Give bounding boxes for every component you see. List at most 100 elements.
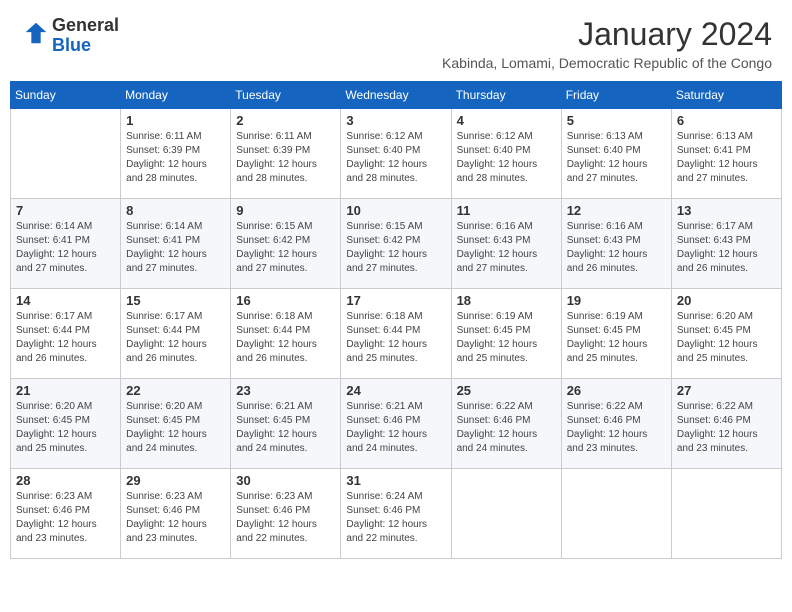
day-number: 18	[457, 293, 556, 308]
day-number: 5	[567, 113, 666, 128]
day-info: Sunrise: 6:13 AMSunset: 6:41 PMDaylight:…	[677, 130, 776, 186]
calendar-cell	[561, 469, 671, 559]
day-number: 1	[126, 113, 225, 128]
calendar-cell: 15 Sunrise: 6:17 AMSunset: 6:44 PMDayligh…	[121, 289, 231, 379]
day-info: Sunrise: 6:15 AMSunset: 6:42 PMDaylight:…	[346, 220, 445, 276]
day-info: Sunrise: 6:11 AMSunset: 6:39 PMDaylight:…	[236, 130, 335, 186]
day-info: Sunrise: 6:23 AMSunset: 6:46 PMDaylight:…	[236, 490, 335, 546]
day-number: 26	[567, 383, 666, 398]
day-info: Sunrise: 6:20 AMSunset: 6:45 PMDaylight:…	[126, 400, 225, 456]
day-info: Sunrise: 6:19 AMSunset: 6:45 PMDaylight:…	[567, 310, 666, 366]
day-info: Sunrise: 6:17 AMSunset: 6:43 PMDaylight:…	[677, 220, 776, 276]
weekday-header-wednesday: Wednesday	[341, 82, 451, 109]
day-number: 13	[677, 203, 776, 218]
day-info: Sunrise: 6:11 AMSunset: 6:39 PMDaylight:…	[126, 130, 225, 186]
calendar-cell: 18 Sunrise: 6:19 AMSunset: 6:45 PMDayligh…	[451, 289, 561, 379]
day-number: 9	[236, 203, 335, 218]
calendar-cell: 21 Sunrise: 6:20 AMSunset: 6:45 PMDayligh…	[11, 379, 121, 469]
day-number: 14	[16, 293, 115, 308]
calendar-cell: 3 Sunrise: 6:12 AMSunset: 6:40 PMDaylight…	[341, 109, 451, 199]
logo-blue-text: Blue	[52, 35, 91, 55]
day-info: Sunrise: 6:21 AMSunset: 6:45 PMDaylight:…	[236, 400, 335, 456]
calendar-cell: 28 Sunrise: 6:23 AMSunset: 6:46 PMDayligh…	[11, 469, 121, 559]
weekday-header-friday: Friday	[561, 82, 671, 109]
day-info: Sunrise: 6:20 AMSunset: 6:45 PMDaylight:…	[16, 400, 115, 456]
day-info: Sunrise: 6:13 AMSunset: 6:40 PMDaylight:…	[567, 130, 666, 186]
location-title: Kabinda, Lomami, Democratic Republic of …	[442, 55, 772, 71]
calendar-cell: 6Sunrise: 6:13 AMSunset: 6:41 PMDaylight…	[671, 109, 781, 199]
calendar-cell: 12 Sunrise: 6:16 AMSunset: 6:43 PMDayligh…	[561, 199, 671, 289]
calendar-table: SundayMondayTuesdayWednesdayThursdayFrid…	[10, 81, 782, 559]
calendar-week-3: 14 Sunrise: 6:17 AMSunset: 6:44 PMDayligh…	[11, 289, 782, 379]
day-info: Sunrise: 6:19 AMSunset: 6:45 PMDaylight:…	[457, 310, 556, 366]
day-info: Sunrise: 6:14 AMSunset: 6:41 PMDaylight:…	[126, 220, 225, 276]
calendar-cell	[11, 109, 121, 199]
day-number: 15	[126, 293, 225, 308]
calendar-cell: 16 Sunrise: 6:18 AMSunset: 6:44 PMDayligh…	[231, 289, 341, 379]
calendar-cell: 19 Sunrise: 6:19 AMSunset: 6:45 PMDayligh…	[561, 289, 671, 379]
day-number: 8	[126, 203, 225, 218]
day-number: 22	[126, 383, 225, 398]
day-info: Sunrise: 6:23 AMSunset: 6:46 PMDaylight:…	[126, 490, 225, 546]
day-number: 3	[346, 113, 445, 128]
day-info: Sunrise: 6:17 AMSunset: 6:44 PMDaylight:…	[16, 310, 115, 366]
day-number: 10	[346, 203, 445, 218]
day-number: 23	[236, 383, 335, 398]
day-info: Sunrise: 6:17 AMSunset: 6:44 PMDaylight:…	[126, 310, 225, 366]
calendar-cell	[451, 469, 561, 559]
weekday-header-tuesday: Tuesday	[231, 82, 341, 109]
month-title: January 2024	[442, 16, 772, 53]
day-number: 29	[126, 473, 225, 488]
day-info: Sunrise: 6:22 AMSunset: 6:46 PMDaylight:…	[567, 400, 666, 456]
day-info: Sunrise: 6:18 AMSunset: 6:44 PMDaylight:…	[236, 310, 335, 366]
day-info: Sunrise: 6:15 AMSunset: 6:42 PMDaylight:…	[236, 220, 335, 276]
page-header: General Blue January 2024 Kabinda, Lomam…	[10, 10, 782, 77]
weekday-header-sunday: Sunday	[11, 82, 121, 109]
day-number: 19	[567, 293, 666, 308]
day-info: Sunrise: 6:12 AMSunset: 6:40 PMDaylight:…	[346, 130, 445, 186]
calendar-cell: 14 Sunrise: 6:17 AMSunset: 6:44 PMDayligh…	[11, 289, 121, 379]
calendar-cell: 29 Sunrise: 6:23 AMSunset: 6:46 PMDayligh…	[121, 469, 231, 559]
weekday-header-monday: Monday	[121, 82, 231, 109]
calendar-cell: 22 Sunrise: 6:20 AMSunset: 6:45 PMDayligh…	[121, 379, 231, 469]
day-number: 27	[677, 383, 776, 398]
calendar-cell: 20Sunrise: 6:20 AMSunset: 6:45 PMDayligh…	[671, 289, 781, 379]
day-info: Sunrise: 6:22 AMSunset: 6:46 PMDaylight:…	[677, 400, 776, 456]
calendar-cell: 25Sunrise: 6:22 AMSunset: 6:46 PMDayligh…	[451, 379, 561, 469]
calendar-cell: 1 Sunrise: 6:11 AMSunset: 6:39 PMDaylight…	[121, 109, 231, 199]
calendar-cell: 2Sunrise: 6:11 AMSunset: 6:39 PMDaylight…	[231, 109, 341, 199]
title-section: January 2024 Kabinda, Lomami, Democratic…	[442, 16, 772, 71]
calendar-cell: 8 Sunrise: 6:14 AMSunset: 6:41 PMDaylight…	[121, 199, 231, 289]
logo-general-text: General	[52, 15, 119, 35]
day-number: 12	[567, 203, 666, 218]
day-number: 11	[457, 203, 556, 218]
calendar-cell: 31Sunrise: 6:24 AMSunset: 6:46 PMDayligh…	[341, 469, 451, 559]
calendar-week-5: 28 Sunrise: 6:23 AMSunset: 6:46 PMDayligh…	[11, 469, 782, 559]
logo: General Blue	[20, 16, 119, 56]
weekday-header-saturday: Saturday	[671, 82, 781, 109]
calendar-cell: 7Sunrise: 6:14 AMSunset: 6:41 PMDaylight…	[11, 199, 121, 289]
day-number: 31	[346, 473, 445, 488]
calendar-week-1: 1 Sunrise: 6:11 AMSunset: 6:39 PMDaylight…	[11, 109, 782, 199]
day-info: Sunrise: 6:18 AMSunset: 6:44 PMDaylight:…	[346, 310, 445, 366]
day-number: 25	[457, 383, 556, 398]
day-number: 30	[236, 473, 335, 488]
calendar-cell: 24Sunrise: 6:21 AMSunset: 6:46 PMDayligh…	[341, 379, 451, 469]
day-info: Sunrise: 6:23 AMSunset: 6:46 PMDaylight:…	[16, 490, 115, 546]
day-info: Sunrise: 6:16 AMSunset: 6:43 PMDaylight:…	[567, 220, 666, 276]
calendar-cell: 27 Sunrise: 6:22 AMSunset: 6:46 PMDayligh…	[671, 379, 781, 469]
day-number: 21	[16, 383, 115, 398]
logo-icon	[22, 19, 50, 47]
day-number: 24	[346, 383, 445, 398]
weekday-header-row: SundayMondayTuesdayWednesdayThursdayFrid…	[11, 82, 782, 109]
calendar-cell: 11Sunrise: 6:16 AMSunset: 6:43 PMDayligh…	[451, 199, 561, 289]
calendar-cell: 30 Sunrise: 6:23 AMSunset: 6:46 PMDayligh…	[231, 469, 341, 559]
calendar-cell: 26 Sunrise: 6:22 AMSunset: 6:46 PMDayligh…	[561, 379, 671, 469]
weekday-header-thursday: Thursday	[451, 82, 561, 109]
day-info: Sunrise: 6:12 AMSunset: 6:40 PMDaylight:…	[457, 130, 556, 186]
day-number: 28	[16, 473, 115, 488]
day-info: Sunrise: 6:20 AMSunset: 6:45 PMDaylight:…	[677, 310, 776, 366]
calendar-cell: 23 Sunrise: 6:21 AMSunset: 6:45 PMDayligh…	[231, 379, 341, 469]
day-number: 16	[236, 293, 335, 308]
day-info: Sunrise: 6:14 AMSunset: 6:41 PMDaylight:…	[16, 220, 115, 276]
